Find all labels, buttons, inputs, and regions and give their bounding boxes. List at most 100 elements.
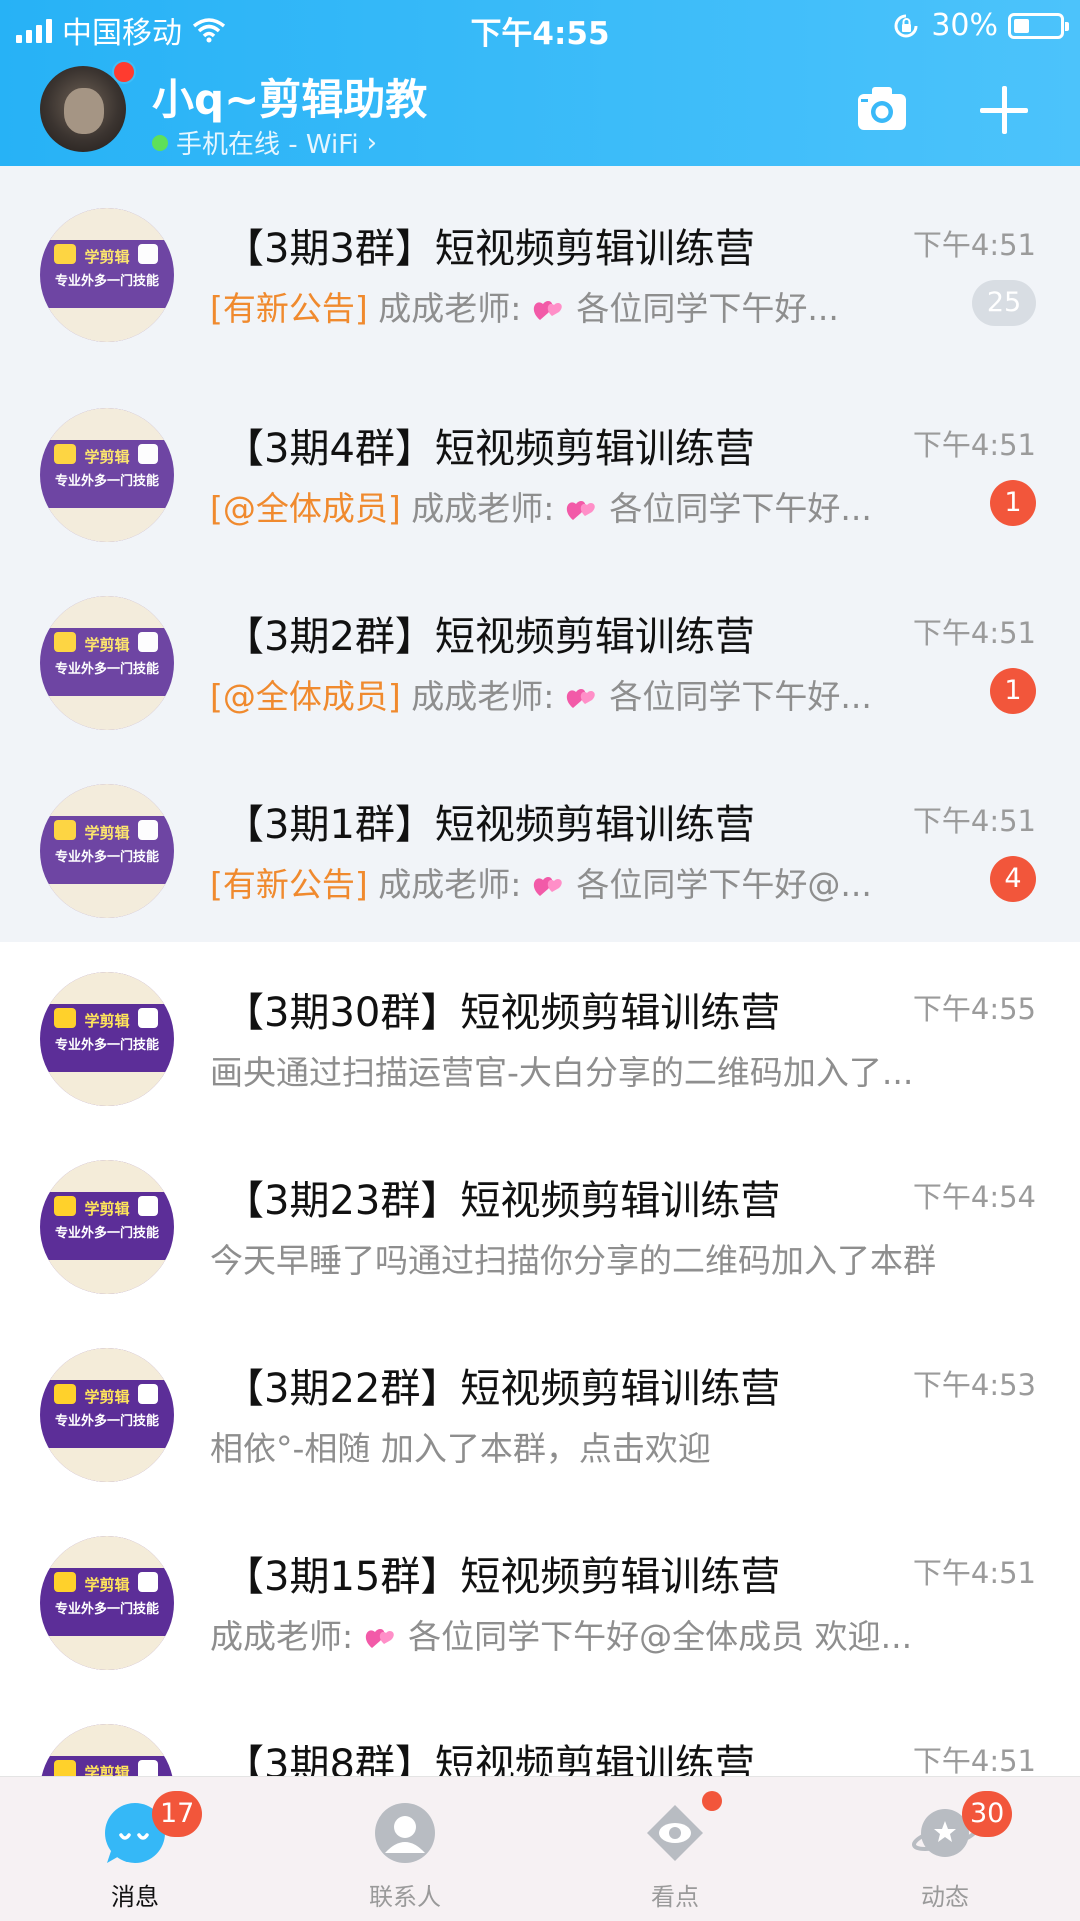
- chat-time: 下午4:54: [912, 1180, 1036, 1214]
- group-avatar[interactable]: 学剪辑专业外多一门技能: [40, 408, 174, 542]
- chat-title: 【3期23群】短视频剪辑训练营: [224, 1178, 781, 1224]
- tab-discover[interactable]: 看点: [540, 1777, 810, 1921]
- messages-badge: 17: [152, 1791, 203, 1837]
- chat-message: 各位同学下午好@全体成员 欢迎...: [408, 1617, 913, 1656]
- chevron-right-icon: ›: [366, 127, 377, 158]
- online-status[interactable]: 手机在线 - WiFi ›: [152, 124, 377, 161]
- group-avatar[interactable]: 学剪辑专业外多一门技能: [40, 1536, 174, 1670]
- group-avatar-sublabel: 专业外多一门技能: [54, 1602, 159, 1617]
- chat-row[interactable]: 学剪辑专业外多一门技能 【3期22群】短视频剪辑训练营 下午4:53 相依°-相随 …: [0, 1318, 1080, 1506]
- add-icon[interactable]: [978, 84, 1030, 136]
- chat-time: 下午4:55: [912, 992, 1036, 1026]
- chat-title: 【3期1群】短视频剪辑训练营: [224, 802, 755, 848]
- group-avatar-sublabel: 专业外多一门技能: [54, 850, 159, 865]
- group-avatar-label: 学剪辑: [84, 1200, 130, 1218]
- two-hearts-icon: [365, 1628, 394, 1648]
- chat-preview: 今天早睡了吗通过扫描你分享的二维码加入了本群: [210, 1234, 936, 1282]
- chat-preview: 画央通过扫描运营官-大白分享的二维码加入了...: [210, 1046, 913, 1094]
- chat-message: 画央通过扫描运营官-大白分享的二维码加入了...: [210, 1053, 914, 1092]
- chat-tag: [有新公告]: [210, 289, 368, 328]
- tab-contacts[interactable]: 联系人: [270, 1777, 540, 1921]
- chat-tag: [@全体成员]: [210, 677, 401, 716]
- two-hearts-icon: [566, 688, 595, 708]
- chat-title: 【3期4群】短视频剪辑训练营: [224, 426, 755, 472]
- tab-messages-label: 消息: [111, 1883, 159, 1911]
- tab-feed[interactable]: 30 动态: [810, 1777, 1080, 1921]
- chat-time: 下午4:51: [912, 804, 1036, 838]
- profile-avatar[interactable]: [40, 66, 126, 152]
- chat-title: 【3期3群】短视频剪辑训练营: [224, 226, 755, 272]
- online-dot-icon: [152, 134, 168, 151]
- battery-percent: 30%: [931, 8, 998, 43]
- group-avatar-sublabel: 专业外多一门技能: [54, 1414, 159, 1429]
- group-avatar[interactable]: 学剪辑专业外多一门技能: [40, 596, 174, 730]
- chat-row[interactable]: 学剪辑专业外多一门技能 【3期3群】短视频剪辑训练营 下午4:51 [有新公告] 成成…: [0, 166, 1080, 378]
- top-header: 中国移动 下午4:55 30% 小q~剪辑助教 手机在线 - WiFi ›: [0, 0, 1080, 166]
- group-avatar[interactable]: 学剪辑专业外多一门技能: [40, 972, 174, 1106]
- bottom-tab-bar: 17 消息 联系人 看点 30 动态: [0, 1776, 1080, 1921]
- chat-message: 相依°-相随 加入了本群，点击欢迎: [210, 1429, 711, 1468]
- chat-sender: 成成老师:: [378, 865, 522, 904]
- chat-message: 各位同学下午好@...: [576, 865, 872, 904]
- chat-time: 下午4:51: [912, 428, 1036, 462]
- group-avatar-label: 学剪辑: [84, 636, 130, 654]
- group-avatar-label: 学剪辑: [84, 1576, 130, 1594]
- camera-icon[interactable]: [856, 84, 908, 132]
- tab-messages[interactable]: 17 消息: [0, 1777, 270, 1921]
- account-name[interactable]: 小q~剪辑助教: [152, 66, 427, 127]
- chat-row[interactable]: 学剪辑专业外多一门技能 【3期1群】短视频剪辑训练营 下午4:51 [有新公告] 成成…: [0, 754, 1080, 942]
- chat-row[interactable]: 学剪辑 专业外多一门技能 【3期4群】短视频剪辑训练营 下午4:51 [@全体成员] 成…: [0, 378, 1080, 566]
- discover-dot: [702, 1791, 722, 1811]
- two-hearts-icon: [533, 300, 562, 320]
- group-avatar[interactable]: 学剪辑专业外多一门技能: [40, 1348, 174, 1482]
- feed-badge: 30: [962, 1791, 1013, 1837]
- group-avatar-label: 学剪辑: [84, 1764, 130, 1776]
- chat-row[interactable]: 学剪辑专业外多一门技能 【3期8群】短视频剪辑训练营 下午4:51: [0, 1694, 1080, 1776]
- chat-preview: 相依°-相随 加入了本群，点击欢迎: [210, 1422, 711, 1470]
- group-avatar-label: 学剪辑: [84, 248, 130, 266]
- chat-title: 【3期2群】短视频剪辑训练营: [224, 614, 755, 660]
- chat-sender: 成成老师:: [378, 289, 522, 328]
- two-hearts-icon: [533, 876, 562, 896]
- group-avatar-sublabel: 专业外多一门技能: [54, 1226, 159, 1241]
- unread-badge: 25: [972, 280, 1036, 326]
- chat-list[interactable]: 学剪辑 专业外多一门技能 【3期3群】短视频剪辑训练营 下午4:51 [有新公告] 成成…: [0, 166, 1080, 1776]
- eye-icon: [647, 1805, 703, 1861]
- chat-time: 下午4:51: [912, 1556, 1036, 1590]
- unread-badge: 4: [990, 856, 1036, 902]
- chat-row[interactable]: 学剪辑 专业外多一门技能 【3期30群】短视频剪辑训练营 下午4:55 画央通过扫描运…: [0, 942, 1080, 1130]
- group-avatar-sublabel: 专业外多一门技能: [54, 474, 159, 489]
- group-avatar-sublabel: 专业外多一门技能: [54, 274, 159, 289]
- group-avatar[interactable]: 学剪辑专业外多一门技能: [40, 1160, 174, 1294]
- chat-tag: [@全体成员]: [210, 489, 401, 528]
- chat-title: 【3期30群】短视频剪辑训练营: [224, 990, 781, 1036]
- tab-discover-label: 看点: [651, 1883, 699, 1911]
- group-avatar[interactable]: 学剪辑专业外多一门技能: [40, 208, 174, 342]
- tab-feed-label: 动态: [921, 1883, 969, 1911]
- chat-time: 下午4:51: [912, 228, 1036, 262]
- chat-row[interactable]: 学剪辑专业外多一门技能 【3期15群】短视频剪辑训练营 下午4:51 成成老师: 各…: [0, 1506, 1080, 1694]
- chat-preview: [有新公告] 成成老师: 各位同学下午好@...: [210, 858, 872, 906]
- chat-time: 下午4:51: [912, 1744, 1036, 1776]
- battery-icon: [1008, 12, 1069, 39]
- group-avatar-sublabel: 专业外多一门技能: [54, 1038, 159, 1053]
- chat-title: 【3期15群】短视频剪辑训练营: [224, 1554, 781, 1600]
- group-avatar[interactable]: 学剪辑专业外多一门技能: [40, 784, 174, 918]
- chat-tag: [有新公告]: [210, 865, 368, 904]
- group-avatar-label: 学剪辑: [84, 448, 130, 466]
- online-status-text: 手机在线 - WiFi: [176, 130, 359, 160]
- chat-sender: 成成老师:: [210, 1617, 354, 1656]
- group-avatar[interactable]: 学剪辑专业外多一门技能: [40, 1724, 174, 1776]
- group-avatar-label: 学剪辑: [84, 1388, 130, 1406]
- chat-preview: [有新公告] 成成老师: 各位同学下午好...: [210, 282, 839, 330]
- tab-contacts-label: 联系人: [369, 1883, 441, 1911]
- chat-row[interactable]: 学剪辑 专业外多一门技能 【3期2群】短视频剪辑训练营 下午4:51 [@全体成员] 成…: [0, 566, 1080, 754]
- chat-time: 下午4:53: [912, 1368, 1036, 1402]
- chat-row[interactable]: 学剪辑专业外多一门技能 【3期23群】短视频剪辑训练营 下午4:54 今天早睡了吗通…: [0, 1130, 1080, 1318]
- group-avatar-label: 学剪辑: [84, 824, 130, 842]
- unread-badge: 1: [990, 480, 1036, 526]
- contacts-icon: [375, 1803, 435, 1863]
- chat-time: 下午4:51: [912, 616, 1036, 650]
- chat-title: 【3期22群】短视频剪辑训练营: [224, 1366, 781, 1412]
- status-bar: 中国移动 下午4:55 30%: [0, 0, 1080, 54]
